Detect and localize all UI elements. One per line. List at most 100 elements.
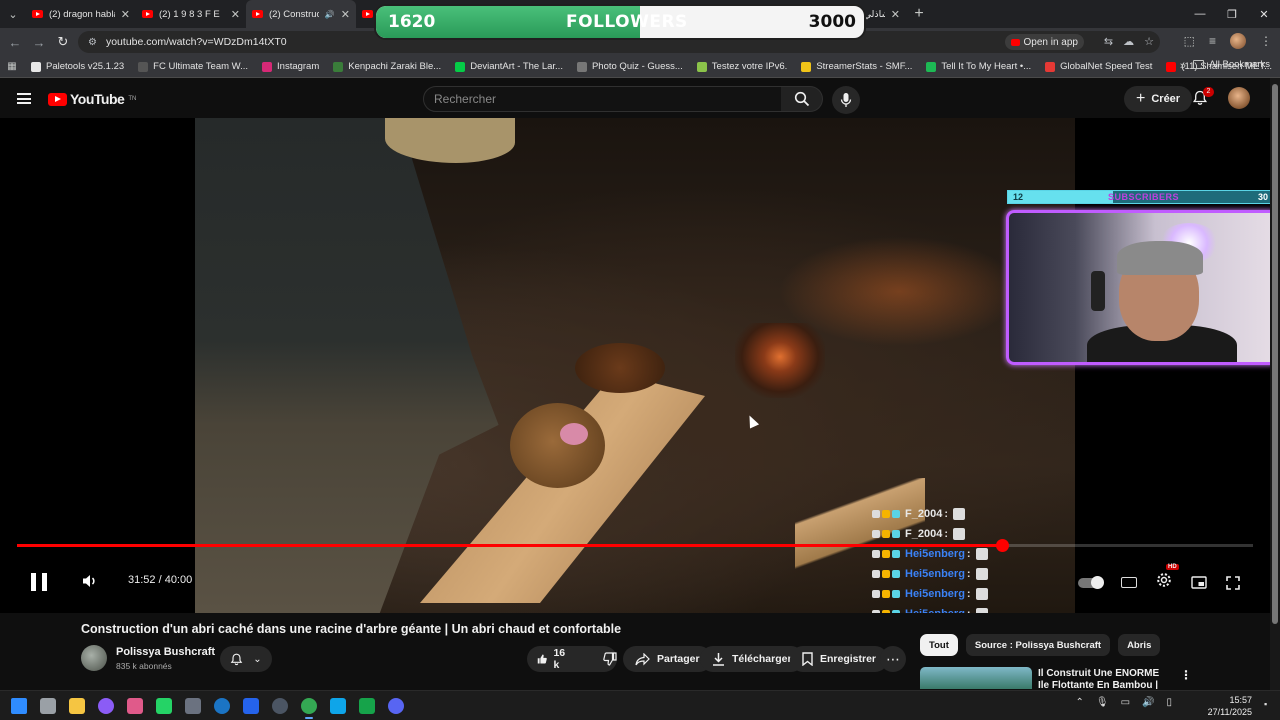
bookmark-item[interactable]: Testez votre IPv6. bbox=[690, 61, 795, 72]
taskbar-clock[interactable]: 15:57 27/11/2025 bbox=[1208, 694, 1252, 718]
settings-button[interactable]: HD bbox=[1156, 564, 1179, 593]
pause-button[interactable] bbox=[31, 573, 47, 591]
new-tab-button[interactable]: + bbox=[906, 5, 932, 23]
recommendation-menu-icon[interactable]: ⋮ bbox=[1180, 668, 1192, 682]
task-view-icon[interactable] bbox=[39, 695, 57, 717]
bookmarks-bar: ▦ Paletools v25.1.23 FC Ultimate Team W..… bbox=[0, 56, 1280, 78]
profile-avatar[interactable] bbox=[1230, 33, 1246, 49]
bookmark-item[interactable]: DeviantArt - The Lar... bbox=[448, 61, 570, 72]
miniplayer-icon[interactable] bbox=[1191, 576, 1207, 589]
bookmark-item[interactable]: Photo Quiz - Guess... bbox=[570, 61, 690, 72]
bookmark-item[interactable]: StreamerStats - SMF... bbox=[794, 61, 919, 72]
app-blue-icon[interactable] bbox=[242, 695, 260, 717]
filter-chip[interactable]: Abris bbox=[1118, 634, 1161, 656]
fullscreen-icon[interactable] bbox=[1226, 575, 1240, 590]
voice-search-button[interactable] bbox=[832, 86, 860, 114]
tray-overflow-icon[interactable]: ⌃ bbox=[1075, 697, 1083, 708]
all-bookmarks-button[interactable]: All Bookmarks bbox=[1193, 59, 1270, 70]
snipping-tool-icon[interactable] bbox=[126, 695, 144, 717]
search-button[interactable] bbox=[781, 86, 823, 112]
xbox-icon[interactable] bbox=[358, 695, 376, 717]
save-button[interactable]: Enregistrer bbox=[790, 646, 889, 672]
bookmark-item[interactable]: GlobalNet Speed Test bbox=[1038, 61, 1159, 72]
video-player[interactable]: 12 SUBSCRIBERS 30 F_2004: F_2004: Hei5enbe… bbox=[0, 118, 1270, 613]
followers-goal-overlay: 1620 FOLLOWERS 3000 bbox=[374, 4, 866, 40]
bookmark-item[interactable]: Paletools v25.1.23 bbox=[24, 61, 131, 72]
browser-tab[interactable]: (2) 1 9 8 3 F E ✕ bbox=[136, 0, 246, 28]
apps-grid-icon[interactable]: ▦ bbox=[0, 61, 24, 72]
cloud-icon[interactable]: ☁ bbox=[1123, 35, 1134, 48]
speaker-icon[interactable]: 🔊 bbox=[1142, 697, 1154, 708]
photos-icon[interactable] bbox=[329, 695, 347, 717]
youtube-logo[interactable]: YouTube TN bbox=[48, 91, 136, 107]
battery-icon[interactable]: ▯ bbox=[1166, 697, 1172, 708]
create-button[interactable]: + Créer bbox=[1124, 86, 1193, 112]
translate-icon[interactable]: ⇆ bbox=[1104, 35, 1113, 48]
menu-icon[interactable] bbox=[17, 93, 31, 104]
share-button[interactable]: Partager bbox=[623, 646, 712, 672]
file-explorer-icon[interactable] bbox=[68, 695, 86, 717]
account-avatar[interactable] bbox=[1228, 87, 1250, 109]
minimize-button[interactable]: — bbox=[1184, 0, 1216, 28]
bookmark-item[interactable]: Instagram bbox=[255, 61, 326, 72]
microphone-tray-icon[interactable]: 🎙 bbox=[1096, 697, 1109, 708]
like-button[interactable]: 16 k bbox=[527, 646, 579, 672]
extensions-icon[interactable]: ⬚ bbox=[1184, 34, 1195, 48]
bookmark-item[interactable]: FC Ultimate Team W... bbox=[131, 61, 255, 72]
recommendation-thumbnail[interactable] bbox=[920, 667, 1032, 689]
steam-icon[interactable] bbox=[213, 695, 231, 717]
more-actions-button[interactable]: ⋯ bbox=[880, 646, 906, 672]
thumbs-down-icon bbox=[602, 652, 617, 666]
channel-name[interactable]: Polissya Bushcraft bbox=[116, 646, 215, 658]
webcam-streamer-headset bbox=[1117, 241, 1203, 275]
recommendation-title[interactable]: Il Construit Une ENORME Ile Flottante En… bbox=[1038, 668, 1168, 689]
obs-icon[interactable] bbox=[271, 695, 289, 717]
bookmarks-overflow-icon[interactable]: » bbox=[1180, 60, 1186, 72]
browser-tab[interactable]: (2) Constructio 🔊 ✕ bbox=[246, 0, 356, 28]
progress-scrubber[interactable] bbox=[995, 539, 1009, 552]
app-circle-icon[interactable] bbox=[97, 695, 115, 717]
download-button[interactable]: Télécharger bbox=[700, 646, 804, 672]
bookmark-label: Testez votre IPv6. bbox=[711, 61, 788, 72]
video-scene-cutting-board bbox=[510, 403, 605, 488]
tab-search-chevron-icon[interactable]: ⌄ bbox=[0, 0, 26, 28]
open-in-app-button[interactable]: Open in app bbox=[1004, 34, 1084, 50]
volume-icon[interactable] bbox=[81, 573, 99, 589]
windows-start-icon[interactable] bbox=[10, 695, 28, 717]
close-icon[interactable]: ✕ bbox=[341, 8, 350, 21]
discord-icon[interactable] bbox=[387, 695, 405, 717]
filter-chip[interactable]: Source : Polissya Bushcraft bbox=[965, 634, 1111, 656]
autoplay-toggle[interactable] bbox=[1078, 575, 1104, 589]
bookmark-item[interactable]: Kenpachi Zaraki Ble... bbox=[326, 61, 448, 72]
browser-tab[interactable]: (2) dragon habla ✕ bbox=[26, 0, 136, 28]
back-button[interactable]: ← bbox=[3, 35, 27, 50]
bookmark-item[interactable]: Tell It To My Heart •... bbox=[919, 61, 1038, 72]
notification-center-icon[interactable]: ▪ bbox=[1264, 699, 1274, 711]
app-cube-icon[interactable] bbox=[184, 695, 202, 717]
close-icon[interactable]: ✕ bbox=[891, 8, 900, 21]
close-icon[interactable]: ✕ bbox=[121, 8, 130, 21]
site-info-icon[interactable]: ⚙ bbox=[88, 37, 97, 48]
browser-menu-icon[interactable]: ⋮ bbox=[1260, 34, 1272, 48]
dislike-button[interactable] bbox=[593, 646, 627, 672]
page-scrollbar[interactable] bbox=[1270, 78, 1280, 690]
chrome-icon[interactable] bbox=[300, 695, 318, 719]
bookmark-star-icon[interactable]: ☆ bbox=[1144, 35, 1154, 48]
forward-button[interactable]: → bbox=[27, 35, 51, 50]
scrollbar-thumb[interactable] bbox=[1272, 84, 1278, 624]
media-control-icon[interactable]: ≡ bbox=[1209, 34, 1216, 48]
close-icon[interactable]: ✕ bbox=[231, 8, 240, 21]
subscribed-notifications-button[interactable]: ⌄ bbox=[220, 646, 272, 672]
video-progress-bar[interactable] bbox=[17, 539, 1253, 552]
close-window-button[interactable]: ✕ bbox=[1248, 0, 1280, 28]
filter-chip[interactable]: Tout bbox=[920, 634, 958, 656]
subtitles-icon[interactable] bbox=[1121, 577, 1137, 588]
search-input[interactable]: Rechercher bbox=[423, 86, 782, 112]
clock-date: 27/11/2025 bbox=[1207, 707, 1252, 717]
network-icon[interactable]: ▭ bbox=[1121, 697, 1130, 708]
subscribers-goal-overlay: 12 SUBSCRIBERS 30 bbox=[1007, 190, 1270, 204]
maximize-button[interactable]: ❐ bbox=[1216, 0, 1248, 28]
channel-avatar[interactable] bbox=[81, 645, 107, 671]
reload-button[interactable]: ↻ bbox=[51, 34, 75, 50]
whatsapp-icon[interactable] bbox=[155, 695, 173, 717]
